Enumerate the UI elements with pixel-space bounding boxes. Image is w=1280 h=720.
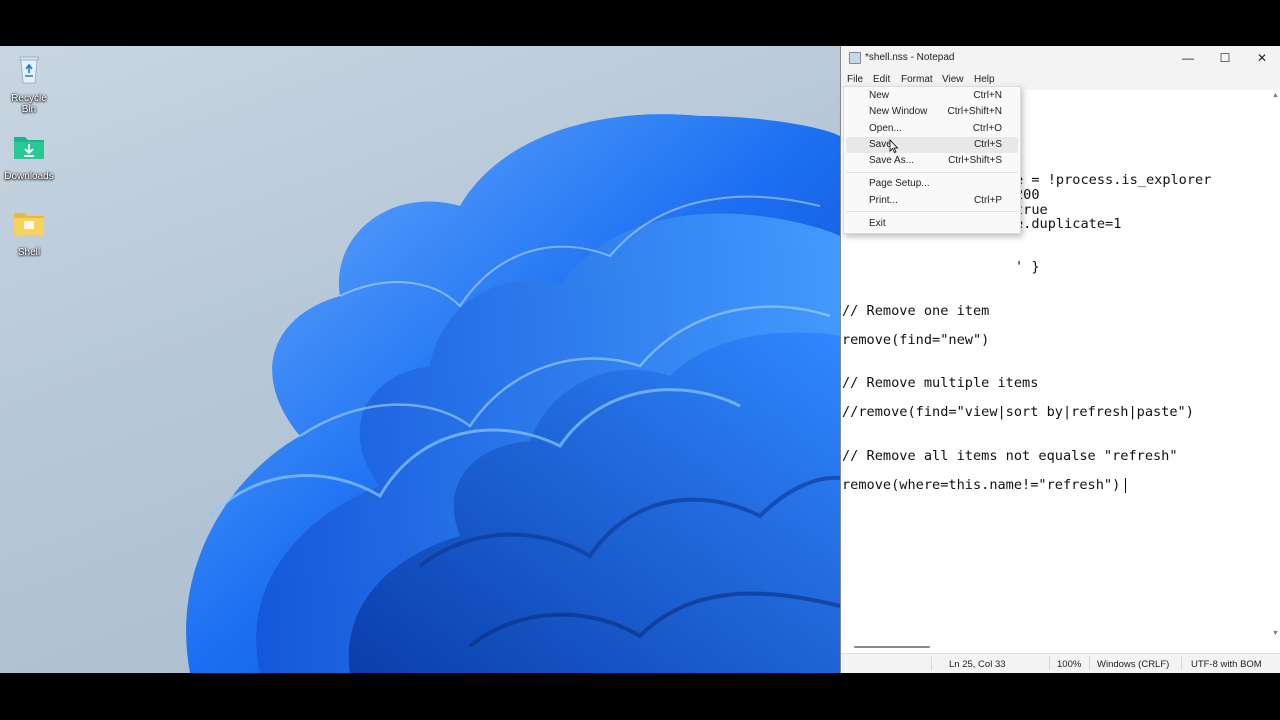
close-button[interactable]: ✕ [1243,46,1280,70]
menu-item-label: Page Setup... [869,178,930,189]
code-line: //remove(find="view|sort by|refresh|past… [842,404,1194,420]
menu-help[interactable]: Help [970,73,999,86]
file-menu-dropdown: New Ctrl+N New Window Ctrl+Shift+N Open.… [843,86,1021,234]
file-encoding: UTF-8 with BOM [1191,659,1262,670]
file-menu-exit[interactable]: Exit [846,216,1018,232]
file-menu-new[interactable]: New Ctrl+N [846,88,1018,104]
horizontal-scrollbar[interactable] [841,641,1271,653]
mouse-pointer-icon [889,139,899,153]
notepad-app-icon [849,52,861,64]
menu-separator [846,172,1018,173]
menu-item-shortcut: Ctrl+S [973,139,1002,150]
status-separator [1181,656,1182,670]
minimize-button[interactable]: — [1169,46,1207,70]
desktop-icon-label: Recycle Bin [11,93,47,115]
scroll-down-arrow-icon[interactable]: ▼ [1272,630,1279,637]
desktop-icon-recycle-bin[interactable]: Recycle Bin [4,52,54,115]
file-menu-page-setup[interactable]: Page Setup... [846,176,1018,192]
text-caret [1125,478,1126,493]
desktop-icon-label: Shell [17,247,41,258]
desktop[interactable]: Recycle Bin Downloads Shell [0,46,840,673]
menu-separator [846,211,1018,212]
code-line: ' } [1015,259,1040,275]
menu-item-label: New Window [869,106,928,117]
wallpaper-bloom [186,114,840,673]
menu-item-shortcut: Ctrl+P [973,195,1002,206]
menu-item-shortcut: Ctrl+O [972,123,1002,134]
status-separator [1049,656,1050,670]
downloads-folder-icon [14,137,44,159]
cursor-position: Ln 25, Col 33 [949,659,1006,670]
menu-item-shortcut: Ctrl+Shift+N [947,106,1002,117]
letterbox-top [0,0,1280,46]
menu-item-label: Save As... [869,155,915,166]
line-ending: Windows (CRLF) [1097,659,1170,670]
zoom-level: 100% [1057,659,1082,670]
file-menu-save[interactable]: Save Ctrl+S [846,137,1018,153]
code-line: e.duplicate=1 [1015,216,1122,232]
vertical-scrollbar[interactable]: ▲ ▼ [1271,90,1280,641]
menu-item-label: Exit [869,218,886,229]
file-menu-save-as[interactable]: Save As... Ctrl+Shift+S [846,153,1018,169]
code-line: // Remove multiple items [842,375,1039,391]
menu-file[interactable]: File [843,73,867,86]
status-separator [931,656,932,670]
maximize-button[interactable]: ☐ [1206,46,1244,70]
horizontal-scrollbar-thumb[interactable] [854,646,930,648]
menu-item-label: New [869,90,890,101]
file-menu-print[interactable]: Print... Ctrl+P [846,193,1018,209]
desktop-icon-label: Downloads [4,171,54,182]
code-line: // Remove one item [842,303,990,319]
letterbox-bottom [0,673,1280,720]
menu-item-shortcut: Ctrl+Shift+S [948,155,1002,166]
menu-item-label: Open... [869,123,902,134]
status-bar: Ln 25, Col 33 100% Windows (CRLF) UTF-8 … [841,653,1280,673]
folder-icon [14,213,44,235]
recycle-bin-icon [19,56,39,84]
status-separator [1089,656,1090,670]
scroll-up-arrow-icon[interactable]: ▲ [1272,92,1279,99]
desktop-icon-shell[interactable]: Shell [4,206,54,258]
code-line: // Remove all items not equalse "refresh… [842,448,1178,464]
title-bar[interactable]: *shell.nss - Notepad — ☐ ✕ [841,46,1280,70]
file-menu-open[interactable]: Open... Ctrl+O [846,121,1018,137]
menu-view[interactable]: View [938,73,968,86]
desktop-icon-downloads[interactable]: Downloads [4,130,54,182]
code-line: remove(find="new") [842,332,990,348]
code-line: remove(where=this.name!="refresh") [842,477,1121,493]
menu-item-shortcut: Ctrl+N [973,90,1002,101]
code-line: e = !process.is_explorer [1015,172,1212,188]
window-title: *shell.nss - Notepad [865,52,955,63]
menu-format[interactable]: Format [897,73,937,86]
screen: Recycle Bin Downloads Shell *shell.nss -… [0,0,1280,720]
menu-item-label: Print... [869,195,898,206]
file-menu-new-window[interactable]: New Window Ctrl+Shift+N [846,104,1018,120]
menu-edit[interactable]: Edit [869,73,894,86]
